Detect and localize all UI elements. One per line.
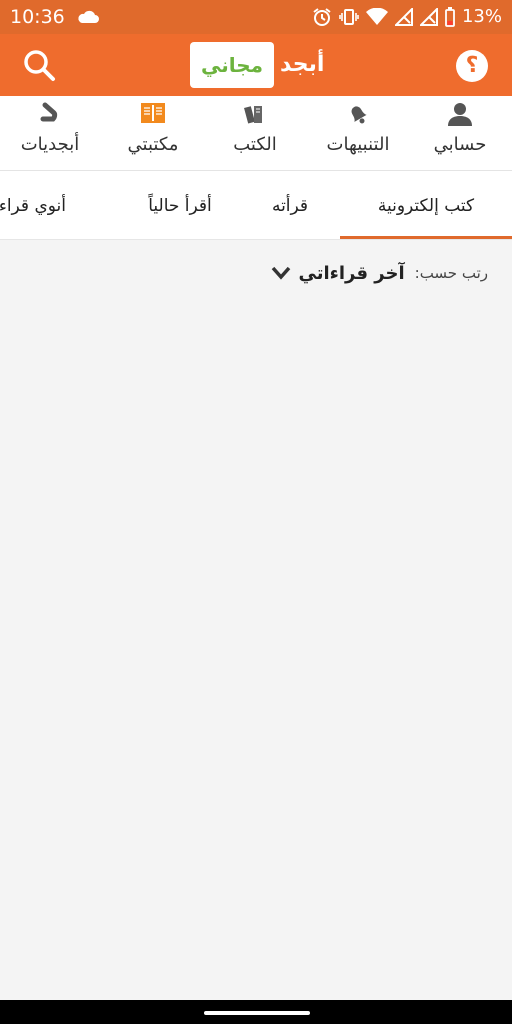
tab-label: قرأته [271,196,309,216]
search-button[interactable] [22,48,56,82]
books-icon [242,101,268,131]
brand-name: أبجد [280,52,325,77]
vibrate-icon [339,8,359,26]
tab-label: كتب إلكترونية [377,196,475,216]
signal-icon [419,7,438,26]
battery-low-icon [445,6,455,27]
nav-notifications[interactable]: التنبيهات [308,96,408,170]
bell-icon [345,101,371,131]
chevron-down-icon[interactable] [271,266,291,280]
nav-label: الكتب [233,134,277,155]
sort-row: رتب حسب: آخر قراءاتي [271,258,488,288]
status-bar: 10:36 13% [0,0,512,34]
wifi-icon [365,7,388,26]
sort-dropdown[interactable]: آخر قراءاتي [299,263,405,284]
system-nav-bar [0,1000,512,1024]
nav-books[interactable]: الكتب [205,96,305,170]
open-book-icon [140,101,166,131]
free-badge: مجاني [190,42,274,88]
main-nav: حسابي التنبيهات الكتب مكتبتي أبجديات [0,96,512,171]
dal-letter-icon [37,101,63,131]
help-button[interactable]: ؟ [456,50,488,82]
battery-percent: 13% [461,6,502,27]
nav-label: التنبيهات [326,134,390,155]
tab-ebooks[interactable]: كتب إلكترونية [340,171,512,239]
tab-want-to-read[interactable]: أنوي قراءته [0,171,66,239]
app-bar: مجاني أبجد ؟ [0,34,512,96]
tab-label: أنوي قراءته [0,196,66,216]
sort-label: رتب حسب: [414,264,488,282]
search-icon [24,50,55,81]
home-indicator[interactable] [204,1011,310,1015]
tab-read[interactable]: قرأته [240,171,340,239]
cloud-icon [77,9,99,28]
nav-my-account[interactable]: حسابي [410,96,510,170]
nav-label: مكتبتي [127,134,179,155]
alarm-icon [312,7,332,27]
person-icon [447,101,473,131]
nav-my-library[interactable]: مكتبتي [103,96,203,170]
nav-label: حسابي [433,134,487,155]
tab-label: أقرأ حالياً [148,196,212,216]
app-logo: مجاني أبجد [190,42,330,88]
nav-label: أبجديات [20,134,80,155]
tab-currently-reading[interactable]: أقرأ حالياً [120,171,240,239]
status-time: 10:36 [10,6,65,28]
nav-abjadiyat[interactable]: أبجديات [0,96,100,170]
library-tabs: كتب إلكترونية قرأته أقرأ حالياً أنوي قرا… [0,171,512,240]
signal-icon [394,7,413,26]
